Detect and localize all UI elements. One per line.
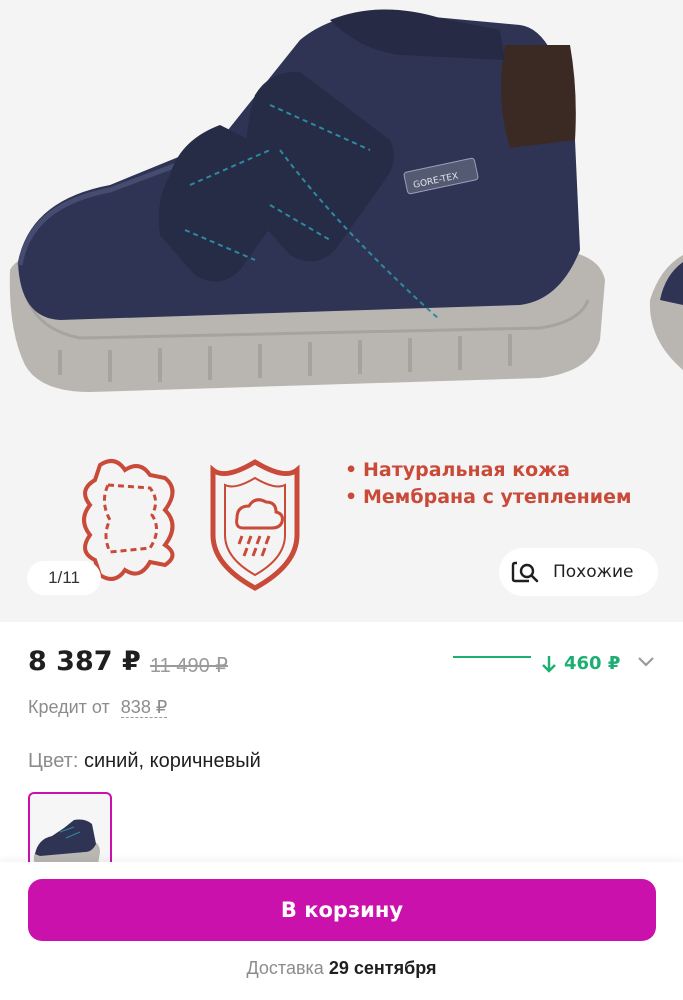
chevron-down-icon[interactable] <box>637 656 655 668</box>
delivery-info: Доставка 29 сентября <box>0 958 683 979</box>
price-row: 8 387 ₽ 11 490 ₽ 460 ₽ <box>28 644 658 688</box>
color-value: синий, коричневый <box>83 750 261 772</box>
color-info: Цвет: синий, коричневый <box>28 750 261 773</box>
old-price: 11 490 ₽ <box>150 655 228 677</box>
similar-search-icon <box>511 561 539 583</box>
product-image: GORE-TEX <box>9 9 683 392</box>
leather-icon <box>82 459 175 581</box>
add-to-cart-button[interactable]: В корзину <box>28 879 656 941</box>
membrane-shield-icon <box>210 459 300 591</box>
gallery-counter: 1/11 <box>27 561 101 595</box>
feature-item-membrane: • Мембрана с утеплением <box>345 486 632 508</box>
feature-list: • Натуральная кожа • Мембрана с утеплением <box>345 458 675 512</box>
feature-item-leather: • Натуральная кожа <box>345 459 570 481</box>
product-gallery[interactable]: GORE-TEX •Натуральная кожа •Мембрана с <box>0 0 683 622</box>
credit-label: Кредит от <box>28 697 110 717</box>
price-drop[interactable]: 460 ₽ <box>542 653 620 674</box>
similar-label: Похожие <box>553 562 634 582</box>
price-history-line <box>453 656 531 658</box>
similar-button[interactable]: Похожие <box>499 548 658 596</box>
price-drop-value: 460 ₽ <box>564 653 621 674</box>
current-price: 8 387 ₽ <box>28 646 141 677</box>
credit-amount: 838 ₽ <box>120 697 168 718</box>
color-label: Цвет: <box>28 750 79 772</box>
delivery-label: Доставка <box>246 958 324 978</box>
delivery-date: 29 сентября <box>328 958 437 978</box>
arrow-down-icon <box>542 655 556 673</box>
credit-info[interactable]: Кредит от 838 ₽ <box>28 697 168 718</box>
